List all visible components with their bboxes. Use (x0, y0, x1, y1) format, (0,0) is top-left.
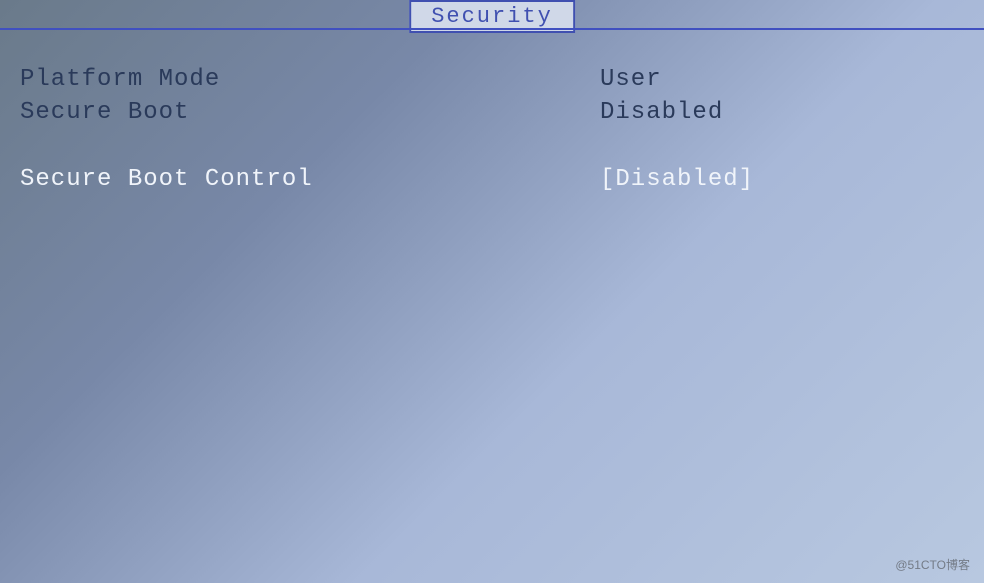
watermark-text: @51CTO博客 (895, 556, 970, 573)
tab-label: Security (431, 4, 553, 29)
settings-content: Platform Mode User Secure Boot Disabled … (20, 60, 964, 193)
row-secure-boot: Secure Boot Disabled (20, 99, 964, 126)
platform-mode-label: Platform Mode (20, 66, 600, 93)
secure-boot-label: Secure Boot (20, 99, 600, 126)
row-platform-mode: Platform Mode User (20, 66, 964, 93)
row-secure-boot-control[interactable]: Secure Boot Control [Disabled] (20, 166, 964, 193)
header-divider (0, 28, 984, 30)
secure-boot-control-value: [Disabled] (600, 166, 964, 193)
secure-boot-value: Disabled (600, 99, 964, 126)
platform-mode-value: User (600, 66, 964, 93)
secure-boot-control-label: Secure Boot Control (20, 166, 600, 193)
bios-security-screen: Security Platform Mode User Secure Boot … (0, 0, 984, 583)
